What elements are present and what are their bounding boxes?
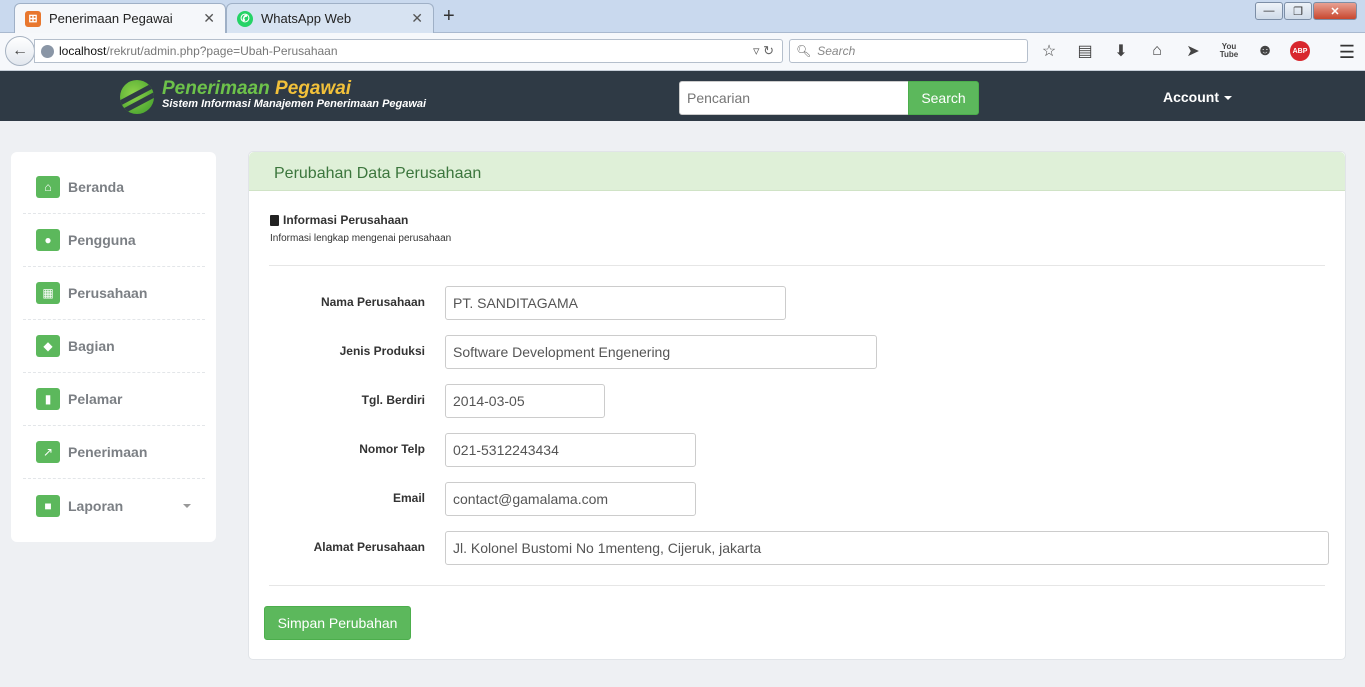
back-button[interactable]: ← bbox=[5, 36, 35, 66]
close-tab-icon[interactable]: ✕ bbox=[411, 10, 423, 27]
address-label: Alamat Perusahaan bbox=[313, 540, 425, 554]
browser-navigation-bar: ← localhost /rekrut/admin.php?page=Ubah-… bbox=[0, 33, 1365, 71]
youtube-icon[interactable]: You Tube bbox=[1218, 41, 1240, 61]
logo-icon bbox=[120, 80, 154, 114]
home-icon[interactable]: ⌂ bbox=[1146, 41, 1168, 61]
book-icon bbox=[270, 214, 279, 226]
section-title: Informasi Perusahaan bbox=[270, 213, 408, 227]
user-icon: ● bbox=[36, 229, 60, 251]
sidebar-item-label: Penerimaan bbox=[68, 444, 148, 460]
product-type-field[interactable] bbox=[445, 335, 877, 369]
sidebar-item-label: Laporan bbox=[68, 497, 124, 514]
sidebar-item-pengguna[interactable]: ● Pengguna bbox=[23, 214, 205, 267]
email-label: Email bbox=[392, 491, 425, 505]
minimize-button[interactable]: — bbox=[1255, 2, 1283, 20]
chat-icon[interactable]: ☻ bbox=[1254, 41, 1276, 61]
reload-icon[interactable]: ▿ ↻ bbox=[753, 43, 774, 59]
send-icon[interactable]: ➤ bbox=[1182, 41, 1204, 61]
panel-title: Perubahan Data Perusahaan bbox=[274, 165, 482, 182]
sidebar-item-beranda[interactable]: ⌂ Beranda bbox=[23, 161, 205, 214]
phone-field[interactable] bbox=[445, 433, 696, 467]
browser-tab-strip: ⊞ Penerimaan Pegawai ✕ ✆ WhatsApp Web ✕ … bbox=[0, 0, 1365, 33]
url-path: /rekrut/admin.php?page=Ubah-Perusahaan bbox=[106, 44, 338, 58]
founded-date-field[interactable] bbox=[445, 384, 605, 418]
whatsapp-icon: ✆ bbox=[237, 10, 253, 27]
tab-title: WhatsApp Web bbox=[261, 11, 352, 26]
sidebar-item-label: Pengguna bbox=[68, 232, 136, 248]
company-name-field[interactable] bbox=[445, 286, 786, 320]
adblock-icon[interactable]: ABP bbox=[1290, 41, 1310, 61]
caret-down-icon bbox=[1224, 96, 1232, 101]
caret-down-icon bbox=[183, 503, 191, 508]
sidebar-item-label: Pelamar bbox=[68, 391, 123, 407]
search-icon: 🔍︎ bbox=[796, 44, 812, 58]
save-changes-button[interactable]: Simpan Perubahan bbox=[264, 606, 411, 640]
download-icon[interactable]: ⬇ bbox=[1110, 41, 1132, 61]
founded-date-label: Tgl. Berdiri bbox=[361, 393, 425, 407]
panel-heading: Perubahan Data Perusahaan bbox=[249, 152, 1345, 191]
brand-title-part2: Pegawai bbox=[275, 78, 352, 99]
sidebar: ⌂ Beranda ● Pengguna ▦ Perusahaan ◆ Bagi… bbox=[11, 152, 216, 542]
browser-tab-whatsapp[interactable]: ✆ WhatsApp Web ✕ bbox=[226, 3, 434, 33]
sidebar-item-label: Beranda bbox=[68, 179, 125, 195]
picture-icon: ▦ bbox=[36, 282, 60, 304]
browser-search-placeholder: Search bbox=[817, 44, 856, 58]
close-window-button[interactable]: ✕ bbox=[1313, 2, 1357, 20]
window-controls: — ❐ ✕ bbox=[1254, 2, 1357, 20]
divider bbox=[269, 585, 1325, 586]
address-bar[interactable]: localhost /rekrut/admin.php?page=Ubah-Pe… bbox=[34, 39, 783, 63]
section-subtitle: Informasi lengkap mengenai perusahaan bbox=[270, 233, 452, 244]
share-icon: ↗ bbox=[36, 441, 60, 463]
divider bbox=[269, 265, 1325, 266]
address-field[interactable] bbox=[445, 531, 1329, 565]
toolbar-icons: ☆ ▤ ⬇ ⌂ ➤ You Tube ☻ ABP bbox=[1038, 41, 1324, 61]
search-input[interactable] bbox=[679, 81, 909, 115]
restore-button[interactable]: ❐ bbox=[1284, 2, 1312, 20]
search-button[interactable]: Search bbox=[908, 81, 979, 115]
company-name-label: Nama Perusahaan bbox=[320, 295, 425, 309]
section-title-text: Informasi Perusahaan bbox=[283, 213, 409, 227]
account-label: Account bbox=[1163, 89, 1219, 105]
sidebar-item-label: Perusahaan bbox=[68, 285, 148, 301]
phone-label: Nomor Telp bbox=[359, 442, 425, 456]
stats-icon: ▮ bbox=[36, 388, 60, 410]
product-type-label: Jenis Produksi bbox=[339, 344, 425, 358]
tab-title: Penerimaan Pegawai bbox=[49, 11, 173, 26]
company-edit-panel: Perubahan Data Perusahaan Informasi Peru… bbox=[248, 151, 1346, 660]
brand-title-part1: Penerimaan bbox=[162, 78, 270, 99]
reading-list-icon[interactable]: ▤ bbox=[1074, 41, 1096, 61]
book-icon: ■ bbox=[36, 494, 60, 517]
email-field[interactable] bbox=[445, 482, 696, 516]
sidebar-item-laporan[interactable]: ■ Laporan bbox=[23, 479, 205, 532]
sidebar-item-pelamar[interactable]: ▮ Pelamar bbox=[23, 373, 205, 426]
hamburger-menu-icon[interactable]: ☰ bbox=[1339, 42, 1355, 63]
tags-icon: ◆ bbox=[36, 335, 60, 357]
bookmark-star-icon[interactable]: ☆ bbox=[1038, 41, 1060, 61]
globe-icon bbox=[41, 44, 54, 58]
sidebar-item-penerimaan[interactable]: ↗ Penerimaan bbox=[23, 426, 205, 479]
sidebar-item-bagian[interactable]: ◆ Bagian bbox=[23, 320, 205, 373]
xampp-icon: ⊞ bbox=[25, 10, 41, 27]
new-tab-button[interactable]: + bbox=[443, 5, 455, 28]
sidebar-item-perusahaan[interactable]: ▦ Perusahaan bbox=[23, 267, 205, 320]
account-menu[interactable]: Account bbox=[1163, 89, 1232, 105]
close-tab-icon[interactable]: ✕ bbox=[203, 10, 215, 27]
brand-subtitle: Sistem Informasi Manajemen Penerimaan Pe… bbox=[162, 98, 427, 110]
url-host: localhost bbox=[59, 44, 107, 58]
browser-search-input[interactable]: 🔍︎ Search bbox=[789, 39, 1028, 63]
browser-tab-penerimaan[interactable]: ⊞ Penerimaan Pegawai ✕ bbox=[14, 3, 226, 33]
sidebar-item-label: Bagian bbox=[68, 338, 115, 354]
home-icon: ⌂ bbox=[36, 176, 60, 198]
brand-title[interactable]: Penerimaan Pegawai bbox=[162, 78, 351, 100]
